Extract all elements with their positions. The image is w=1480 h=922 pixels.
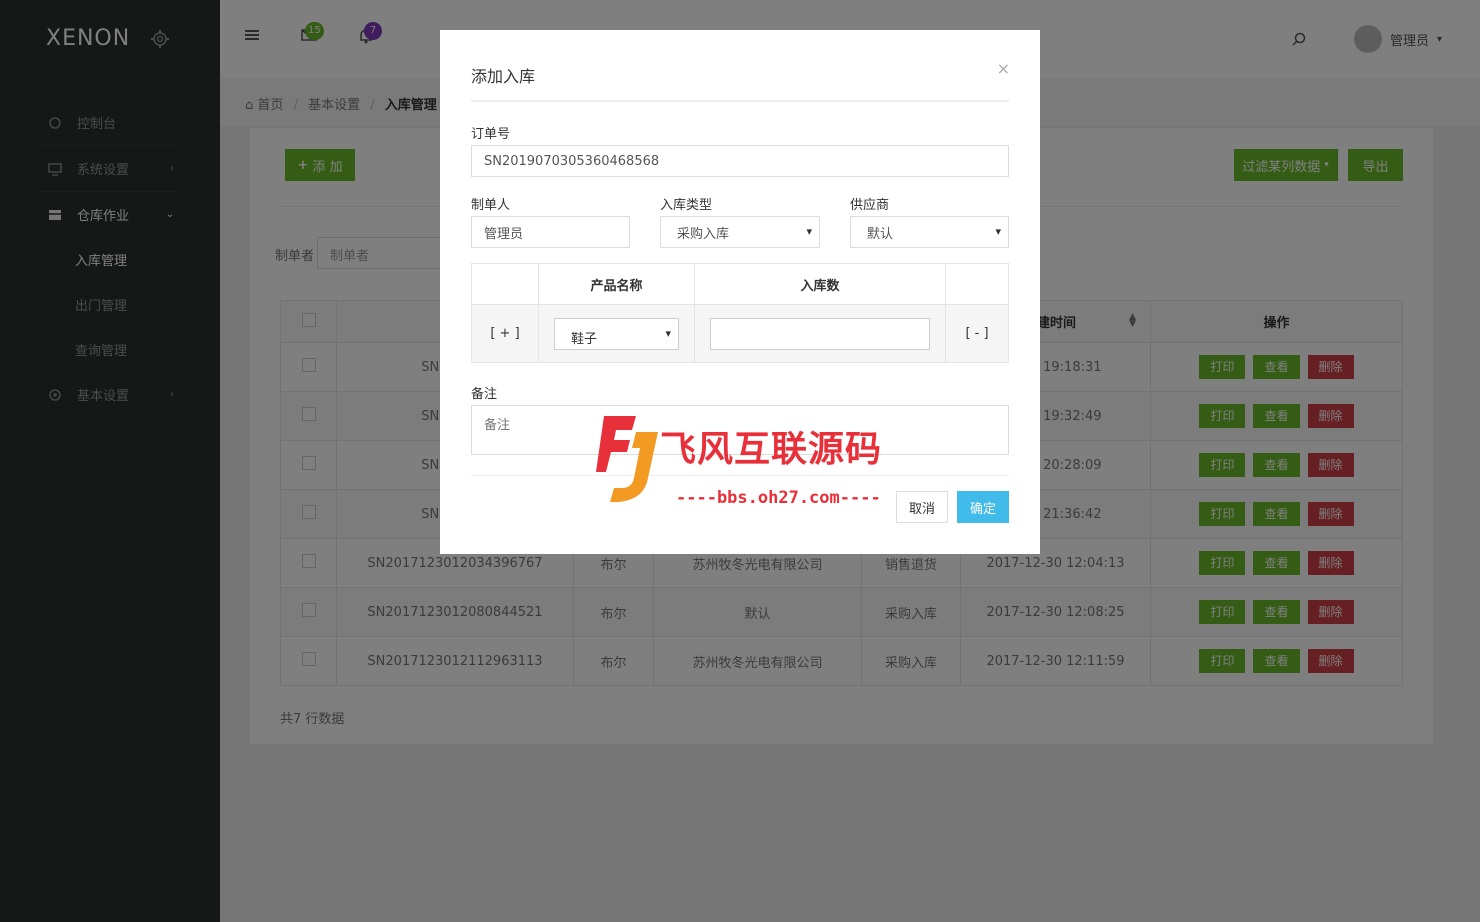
- product-cell: 鞋子: [538, 304, 695, 363]
- inbound-type-label: 入库类型: [660, 198, 713, 213]
- watermark-url: ----bbs.oh27.com----: [676, 488, 881, 508]
- quantity-input[interactable]: [710, 317, 930, 350]
- supplier-select[interactable]: 默认: [850, 216, 1009, 248]
- watermark-logo-icon: [596, 416, 658, 502]
- watermark: 飞风互联源码 ----bbs.oh27.com----: [596, 412, 886, 508]
- supplier-value: 默认: [867, 226, 894, 242]
- order-number-field[interactable]: SN2019070305360468568: [471, 145, 1009, 177]
- header-quantity: 入库数: [694, 263, 946, 305]
- header-remove: [945, 263, 1009, 305]
- inbound-type-select[interactable]: 采购入库: [660, 216, 820, 248]
- close-icon[interactable]: ×: [997, 59, 1010, 78]
- watermark-text: 飞风互联源码: [660, 429, 883, 470]
- supplier-label: 供应商: [850, 198, 890, 213]
- confirm-button[interactable]: 确定: [957, 491, 1009, 523]
- add-row-button[interactable]: [ + ]: [471, 304, 539, 363]
- product-select[interactable]: 鞋子: [554, 317, 679, 350]
- quantity-cell: [694, 304, 946, 363]
- product-table: 产品名称 入库数 [ + ] 鞋子 [ - ]: [471, 263, 1009, 363]
- table-row: [ + ] 鞋子 [ - ]: [471, 304, 1009, 363]
- table-header-row: 产品名称 入库数: [471, 263, 1009, 305]
- maker-field[interactable]: 管理员: [471, 216, 630, 248]
- inbound-type-value: 采购入库: [677, 226, 730, 242]
- product-value: 鞋子: [571, 331, 598, 347]
- modal-title: 添加入库: [471, 67, 536, 86]
- remove-row-button[interactable]: [ - ]: [945, 304, 1009, 363]
- header-product-name: 产品名称: [538, 263, 695, 305]
- maker-label: 制单人: [471, 198, 511, 213]
- header-add: [471, 263, 539, 305]
- note-label: 备注: [471, 387, 498, 402]
- cancel-button[interactable]: 取消: [896, 491, 948, 523]
- divider: [471, 100, 1009, 102]
- order-number-label: 订单号: [471, 127, 511, 142]
